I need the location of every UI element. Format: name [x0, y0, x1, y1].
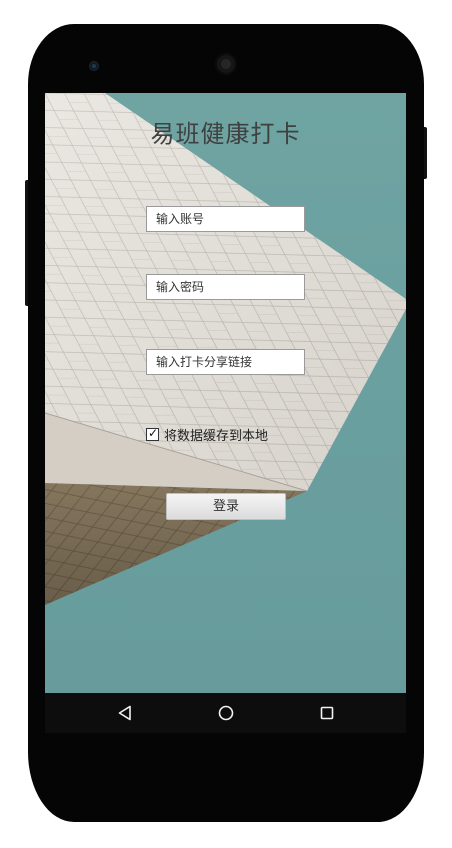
share-link-input[interactable]	[146, 349, 305, 375]
back-triangle-icon	[118, 705, 131, 721]
home-circle-icon	[218, 705, 234, 721]
recent-apps-button[interactable]	[307, 693, 347, 733]
recent-square-icon	[320, 706, 334, 720]
login-button[interactable]: 登录	[166, 493, 286, 520]
account-input[interactable]	[146, 206, 305, 232]
password-input[interactable]	[146, 274, 305, 300]
back-button[interactable]	[105, 693, 145, 733]
remember-option[interactable]: ✓ 将数据缓存到本地	[146, 425, 269, 444]
remember-label: 将数据缓存到本地	[164, 428, 269, 444]
android-navigation-bar	[45, 693, 406, 733]
building-background-image	[45, 93, 406, 605]
home-button[interactable]	[206, 693, 246, 733]
page-title: 易班健康打卡	[150, 120, 301, 148]
remember-checkbox[interactable]: ✓	[146, 425, 159, 441]
checkmark-icon: ✓	[148, 425, 159, 440]
front-sensor	[89, 61, 99, 71]
app-screen: 易班健康打卡 ✓ 将数据缓存到本地 登录	[45, 93, 406, 693]
front-camera	[215, 53, 237, 75]
